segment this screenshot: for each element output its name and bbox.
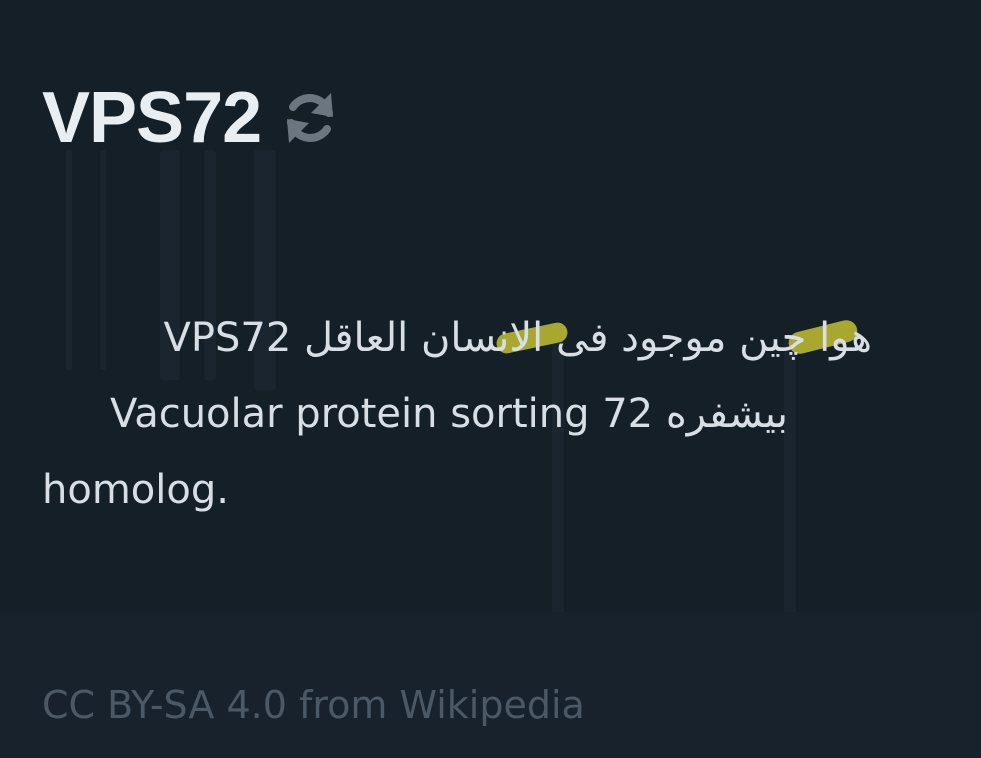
article-summary: هوا چين موجود فى الانسان العاقل VPS72 بي… xyxy=(42,300,872,528)
title-row: VPS72 xyxy=(42,78,341,158)
page-title: VPS72 xyxy=(42,78,262,158)
refresh-icon[interactable] xyxy=(279,87,341,149)
summary-line: هوا چين موجود فى الانسان العاقل VPS72 xyxy=(163,315,872,361)
summary-line: homolog. xyxy=(42,467,229,513)
license-link[interactable]: CC BY-SA 4.0 from Wikipedia xyxy=(42,680,585,730)
summary-line: بيشفره Vacuolar protein sorting 72 xyxy=(109,391,788,437)
article-card: VPS72 هوا چين موجود فى الانسان العاقل VP… xyxy=(0,0,981,616)
